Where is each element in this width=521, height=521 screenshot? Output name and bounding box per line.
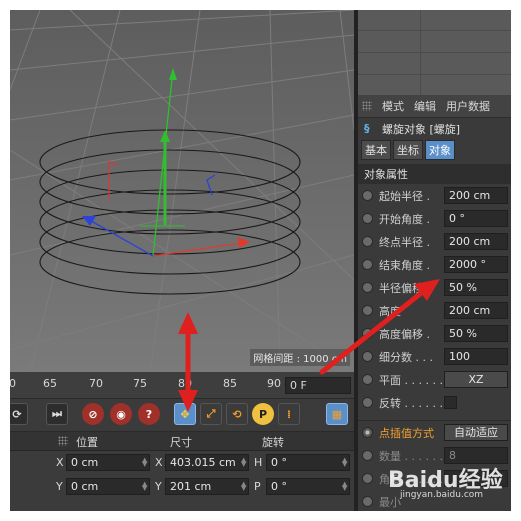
annotation-arrows bbox=[178, 279, 440, 412]
annotation-arrowhead bbox=[178, 390, 198, 412]
baidu-watermark-url: jingyan.baidu.com bbox=[400, 490, 484, 500]
annotation-arrowhead bbox=[178, 312, 198, 334]
annotation-arrow-diagonal bbox=[319, 287, 428, 375]
